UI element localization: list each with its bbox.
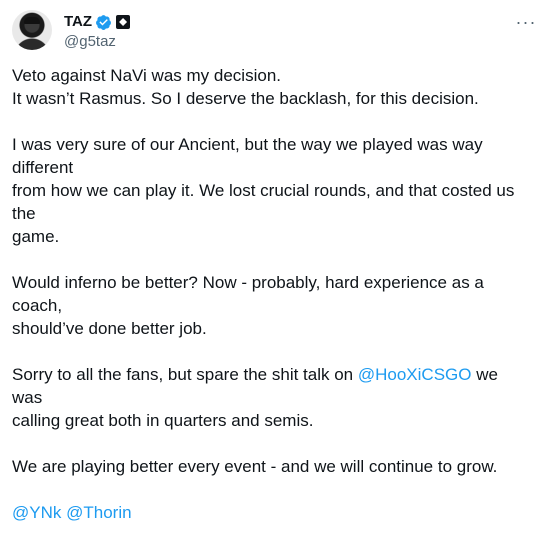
more-options-button[interactable]: ··· [514,10,538,34]
name-row: TAZ [64,12,131,32]
text-line: from how we can play it. We lost crucial… [12,181,515,223]
paragraph-1: Veto against NaVi was my decision. It wa… [12,64,532,110]
text-line: calling great both in quarters and semis… [12,411,314,430]
avatar[interactable] [12,10,52,50]
tweet-text: Veto against NaVi was my decision. It wa… [12,64,532,547]
paragraph-3: Would inferno be better? Now - probably,… [12,271,532,340]
text-line: We are playing better every event - and … [12,457,498,476]
tweet-card: TAZ @g5taz ··· Veto against NaVi was my … [0,0,550,522]
author-info: TAZ @g5taz [64,12,131,52]
verified-badge-icon [96,14,111,30]
paragraph-6: @YNk @Thorin [12,501,532,524]
paragraph-2: I was very sure of our Ancient, but the … [12,133,532,248]
text-line: Sorry to all the fans, but spare the shi… [12,365,358,384]
text-line: game. [12,227,60,246]
mention-link-ynk[interactable]: @YNk [12,503,61,522]
mention-link-thorin[interactable]: @Thorin [66,503,131,522]
text-line: Veto against NaVi was my decision. [12,66,281,85]
mention-link-hooxicsgo[interactable]: @HooXiCSGO [358,365,472,384]
more-dots-icon: ··· [515,11,537,32]
display-name[interactable]: TAZ [64,12,92,32]
affiliate-badge-icon[interactable] [116,15,131,29]
text-line: I was very sure of our Ancient, but the … [12,135,483,177]
author-handle[interactable]: @g5taz [64,32,130,52]
text-line: should’ve done better job. [12,319,207,338]
text-line: It wasn’t Rasmus. So I deserve the backl… [12,89,479,108]
avatar-cap-shape [24,17,40,24]
text-line: Would inferno be better? Now - probably,… [12,273,484,315]
tweet-header: TAZ @g5taz ··· [12,10,538,54]
paragraph-5: We are playing better every event - and … [12,455,532,478]
paragraph-4: Sorry to all the fans, but spare the shi… [12,363,532,432]
